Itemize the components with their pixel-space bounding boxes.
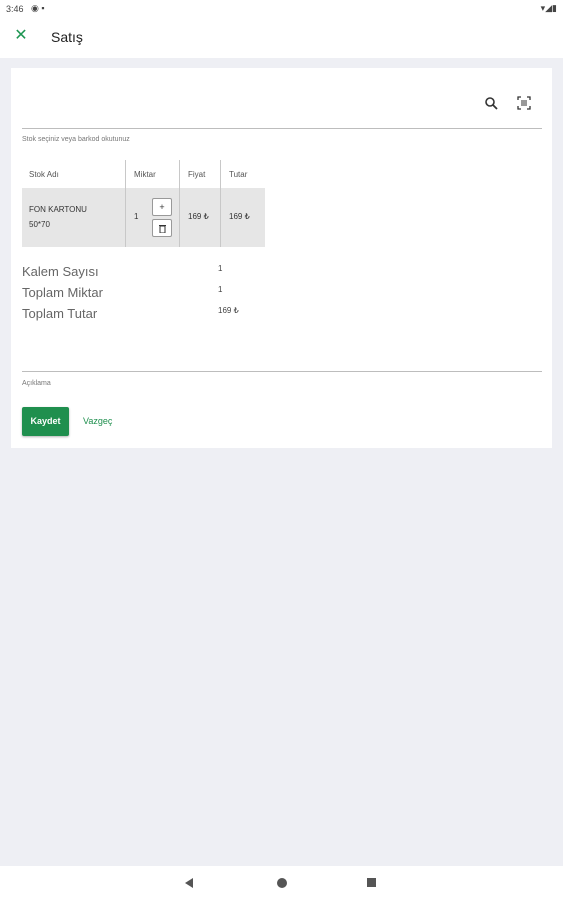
back-icon[interactable] — [184, 878, 194, 888]
signal-battery-icons: ▾◢▮ — [540, 3, 557, 13]
notification-icons: ◉ ▪ — [31, 3, 45, 13]
row-stock-name-line1: FON KARTONU — [29, 205, 87, 214]
close-icon[interactable]: ✕ — [13, 28, 29, 44]
cancel-button[interactable]: Vazgeç — [83, 416, 112, 426]
home-icon[interactable] — [277, 878, 287, 888]
note-label: Açıklama — [22, 380, 51, 387]
column-header-quantity: Miktar — [134, 170, 156, 179]
table-row[interactable]: FON KARTONU 50*70 1 + 169 ₺ 169 ₺ — [22, 188, 265, 247]
sale-form-card: Stok seçiniz veya barkod okutunuz Stok A… — [11, 68, 552, 448]
item-count-label: Kalem Sayısı — [22, 264, 99, 279]
stock-search-input[interactable] — [22, 128, 542, 129]
row-total: 169 ₺ — [229, 212, 250, 221]
row-stock-name-line2: 50*70 — [29, 220, 50, 229]
status-bar: 3:46 ◉ ▪ ▾◢▮ — [0, 0, 563, 18]
total-quantity-label: Toplam Miktar — [22, 285, 103, 300]
trash-icon — [158, 225, 166, 234]
page-title: Satış — [51, 29, 83, 45]
search-icon[interactable] — [484, 96, 498, 110]
note-input[interactable] — [22, 371, 542, 372]
save-button[interactable]: Kaydet — [22, 407, 69, 436]
table-header: Stok Adı Miktar Fiyat Tutar — [22, 160, 265, 188]
delete-item-button[interactable] — [152, 219, 172, 237]
row-quantity: 1 — [134, 212, 139, 221]
total-quantity-value: 1 — [218, 285, 223, 294]
column-divider — [125, 160, 126, 247]
column-divider — [179, 160, 180, 247]
item-count-value: 1 — [218, 264, 223, 273]
items-table: Stok Adı Miktar Fiyat Tutar FON KARTONU … — [22, 160, 265, 247]
column-divider — [220, 160, 221, 247]
stock-search-label: Stok seçiniz veya barkod okutunuz — [22, 136, 130, 143]
increment-button[interactable]: + — [152, 198, 172, 216]
total-amount-value: 169 ₺ — [218, 306, 239, 315]
status-time: 3:46 — [6, 4, 24, 14]
app-bar: ✕ Satış — [0, 18, 563, 58]
barcode-scan-icon[interactable] — [517, 96, 531, 110]
column-header-price: Fiyat — [188, 170, 206, 179]
column-header-stock-name: Stok Adı — [29, 170, 59, 179]
column-header-total: Tutar — [229, 170, 248, 179]
row-price: 169 ₺ — [188, 212, 209, 221]
system-nav-bar — [0, 866, 563, 900]
total-amount-label: Toplam Tutar — [22, 306, 98, 321]
quantity-stepper: + — [152, 198, 172, 238]
recent-apps-icon[interactable] — [367, 878, 376, 887]
